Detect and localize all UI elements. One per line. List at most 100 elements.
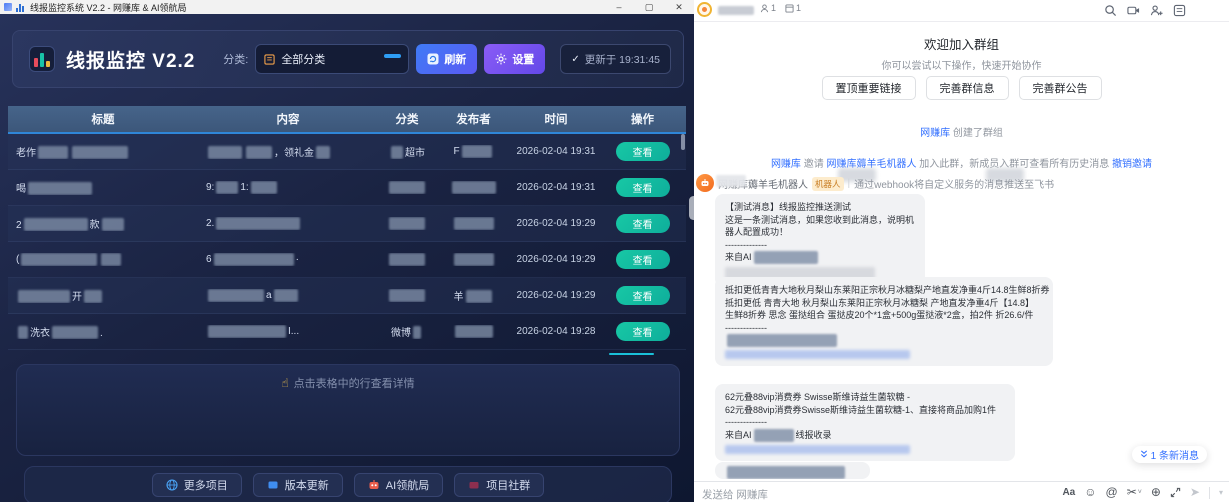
redacted-text (454, 253, 494, 266)
dropdown-caret-icon[interactable]: ˅ (1138, 485, 1142, 500)
column-header: 操作 (601, 111, 684, 127)
view-button[interactable]: 查看 (616, 250, 670, 269)
text-fragment: 洗衣 (30, 328, 50, 339)
view-button[interactable]: 查看 (616, 286, 670, 305)
search-icon[interactable] (1104, 4, 1117, 17)
redacted-text (466, 290, 492, 303)
screenshot-icon[interactable]: ✂˅ (1127, 485, 1142, 500)
text-fragment: F (453, 146, 459, 157)
message-composer: 发送给 网赚库 Aa ☺ @ ✂˅ ⊕ ➤ ▾ (694, 481, 1229, 502)
welcome-action-button[interactable]: 完善群信息 (926, 76, 1009, 100)
text-fragment: 开 (72, 292, 82, 303)
footer-button-robot[interactable]: AI领航局 (354, 473, 443, 497)
horizontal-scroll-indicator[interactable] (609, 353, 654, 355)
community-icon (468, 479, 480, 491)
redacted-text (208, 289, 264, 302)
text-fragment: -------------- (725, 240, 767, 250)
member-count[interactable]: 1 (760, 3, 776, 13)
redacted-text (391, 146, 403, 159)
text-fragment: 线报收录 (796, 430, 832, 440)
emoji-icon[interactable]: ☺ (1084, 485, 1096, 500)
text-fragment: -------------- (725, 417, 767, 427)
redacted-text (389, 181, 425, 194)
table-row[interactable]: 开a羊2026-02-04 19:29查看 (8, 278, 686, 314)
view-button[interactable]: 查看 (616, 178, 670, 197)
message-line: 62元叠88vip消费券Swisse斯维诗益生菌软糖-1、直接将商品加购1件 (725, 404, 1005, 417)
mention-icon[interactable]: @ (1106, 485, 1118, 500)
new-message-badge[interactable]: 1 条新消息 (1132, 446, 1207, 463)
expand-icon[interactable] (1170, 487, 1181, 498)
text-fragment: -------------- (725, 323, 767, 333)
last-updated-chip: ✓ 更新于 19:31:45 (560, 44, 671, 74)
view-button[interactable]: 查看 (616, 322, 670, 341)
minimize-button[interactable]: – (604, 0, 634, 14)
more-icon[interactable] (1173, 4, 1186, 17)
inviter-link[interactable]: 网赚库 (771, 159, 801, 170)
send-icon[interactable]: ➤ (1190, 485, 1200, 500)
table-row[interactable]: 2款2.2026-02-04 19:29查看 (8, 206, 686, 242)
send-options-caret-icon[interactable]: ▾ (1219, 485, 1223, 500)
panel-drag-handle[interactable] (689, 196, 694, 220)
row-cell: 2款 (8, 216, 198, 232)
bot-badge: 机器人 (812, 177, 844, 191)
welcome-action-button[interactable]: 完善群公告 (1019, 76, 1102, 100)
row-action: 查看 (601, 214, 684, 233)
add-attachment-icon[interactable]: ⊕ (1151, 485, 1161, 500)
view-button[interactable]: 查看 (616, 214, 670, 233)
text-fragment: 老作 (16, 148, 36, 159)
table-row[interactable]: 老作，领礼金超市F2026-02-04 19:31查看 (8, 134, 686, 170)
table-row[interactable]: 洗衣.I...微博2026-02-04 19:28查看 (8, 314, 686, 350)
footer-button-globe[interactable]: 更多项目 (152, 473, 242, 497)
text-format-icon[interactable]: Aa (1062, 485, 1075, 500)
column-header: 标题 (8, 111, 198, 127)
message-bubble: 【测试消息】线报监控推送测试这是一条测试消息，如果您收到此消息，说明机器人配置成… (715, 194, 925, 287)
table-row[interactable]: 喝9:1:2026-02-04 19:31查看 (8, 170, 686, 206)
text-fragment: 1: (240, 182, 248, 193)
text-fragment: 款 (90, 220, 100, 231)
footer-button-community[interactable]: 项目社群 (454, 473, 544, 497)
message-line (725, 334, 1043, 347)
refresh-button[interactable]: 刷新 (416, 44, 477, 74)
welcome-action-button[interactable]: 置顶重要链接 (822, 76, 916, 100)
app-logo-icon (29, 46, 55, 72)
message-bubble: 抵扣更低青青大地秋月梨山东莱阳正宗秋月冰糖梨产地直发净重4斤14.8生鲜8折券抵… (715, 277, 1053, 366)
pinned-count[interactable]: 1 (785, 3, 801, 13)
maximize-button[interactable]: ▢ (634, 0, 664, 14)
composer-input[interactable]: 发送给 网赚库 (702, 487, 768, 502)
redacted-text (208, 146, 242, 159)
report-table: 标题内容分类发布者时间操作 老作，领礼金超市F2026-02-04 19:31查… (8, 106, 686, 356)
redacted-text (727, 334, 837, 347)
redacted-text (316, 146, 330, 159)
text-fragment: a (266, 290, 272, 301)
list-icon (264, 54, 275, 65)
redacted-text (18, 290, 70, 303)
chat-topbar: 1 1 (694, 0, 1229, 22)
table-scrollbar[interactable] (681, 134, 685, 150)
table-header: 标题内容分类发布者时间操作 (8, 106, 686, 134)
row-cell (436, 217, 511, 230)
detail-tip: ☝点击表格中的行查看详情 (17, 375, 679, 391)
category-select[interactable]: 全部分类 (255, 44, 409, 74)
view-button[interactable]: 查看 (616, 142, 670, 161)
table-row[interactable]: (6·2026-02-04 19:29查看 (8, 242, 686, 278)
redacted-overlay (716, 175, 746, 187)
bot-avatar[interactable] (696, 174, 714, 192)
revoke-invite-link[interactable]: 撤销邀请 (1112, 159, 1152, 170)
column-header: 内容 (198, 111, 378, 127)
footer-button-version[interactable]: 版本更新 (253, 473, 343, 497)
row-cell (436, 181, 511, 194)
settings-button[interactable]: 设置 (484, 44, 545, 74)
group-owner-link[interactable]: 网赚库 (920, 128, 950, 139)
category-label: 分类: (223, 51, 248, 67)
text-fragment: ( (16, 254, 19, 265)
row-cell (378, 289, 436, 302)
video-call-icon[interactable] (1127, 4, 1140, 17)
row-action: 查看 (601, 250, 684, 269)
redacted-text (28, 182, 92, 195)
add-member-icon[interactable] (1150, 4, 1163, 17)
row-action: 查看 (601, 322, 684, 341)
group-avatar[interactable] (697, 2, 712, 17)
close-button[interactable]: ✕ (664, 0, 694, 14)
row-time: 2026-02-04 19:29 (511, 218, 601, 229)
row-cell: a (198, 289, 378, 302)
